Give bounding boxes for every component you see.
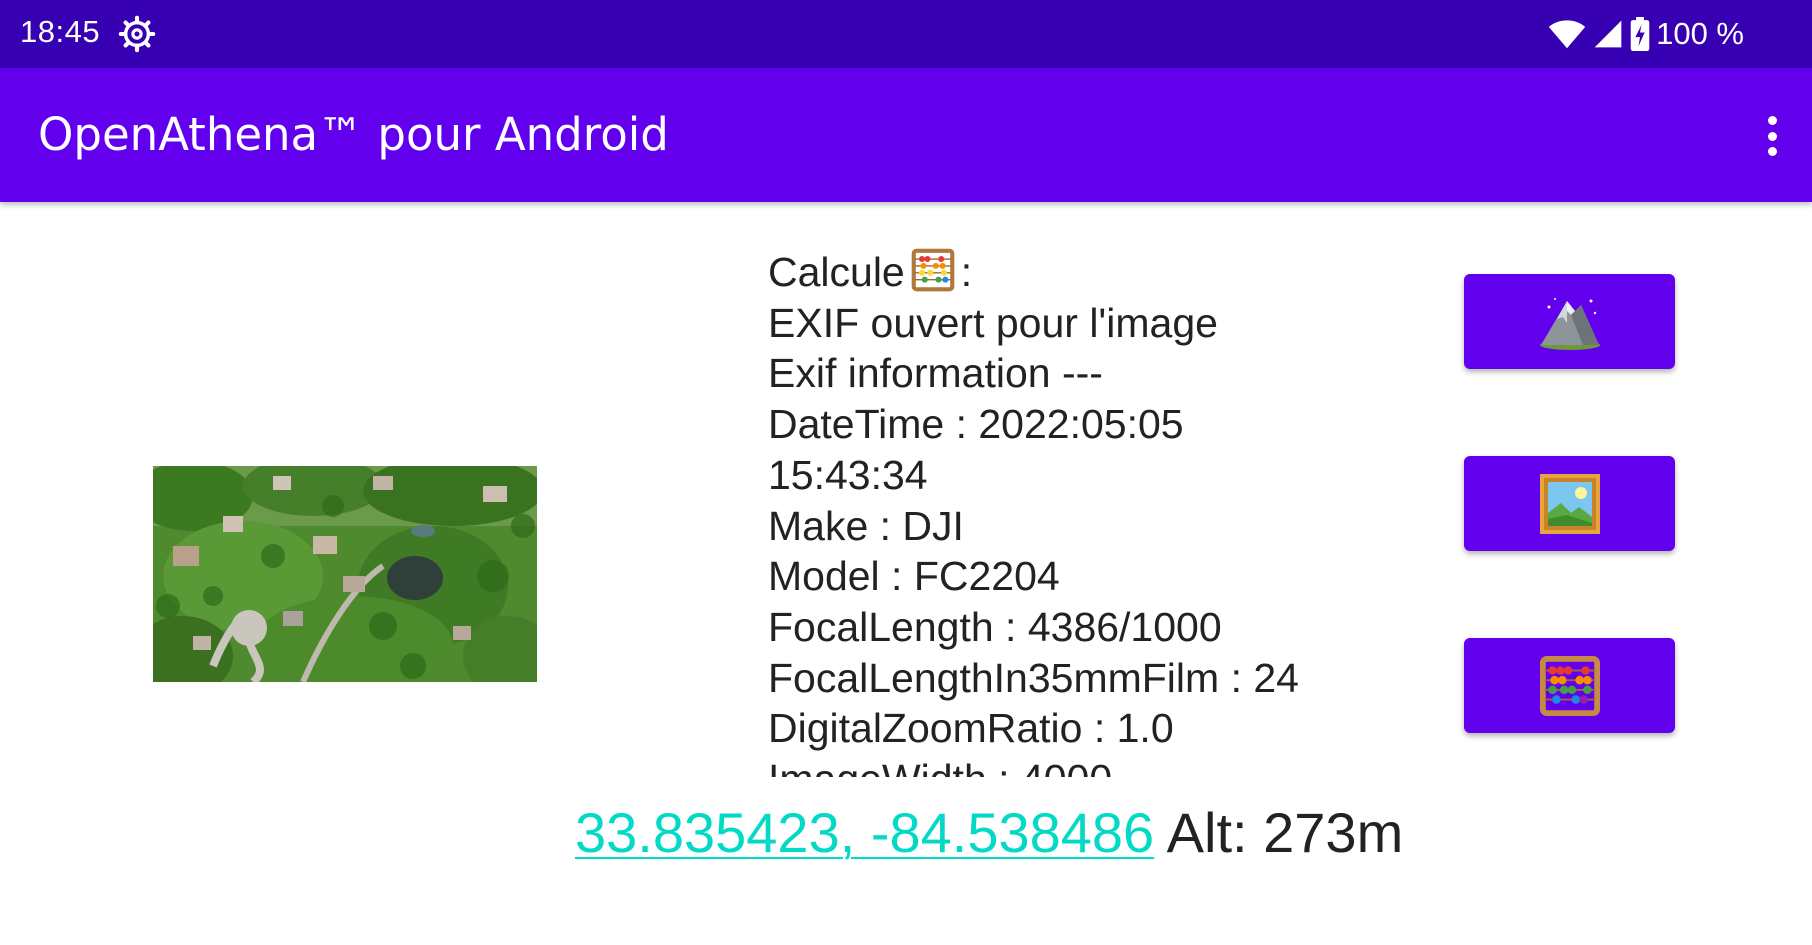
exif-heading-label: Calcule: [768, 249, 905, 295]
result-line: 33.835423, -84.538486 Alt: 273m: [575, 800, 1403, 865]
settings-gear-icon: [118, 15, 156, 53]
battery-percent: 100 %: [1656, 16, 1744, 51]
app-title: OpenAthena™ pour Android: [38, 108, 669, 161]
coordinates-link[interactable]: 33.835423, -84.538486: [575, 801, 1154, 864]
select-dem-button[interactable]: [1464, 274, 1675, 369]
exif-info-panel: Calcule : EXIF ouvert pour l'image Exif …: [768, 247, 1388, 777]
select-image-button[interactable]: [1464, 456, 1675, 551]
exif-line: Make : DJI: [768, 502, 964, 549]
exif-line: Exif information ---: [768, 350, 1103, 397]
altitude-text: Alt: 273m: [1166, 801, 1404, 864]
exif-heading: Calcule :: [768, 247, 1388, 298]
aerial-image-thumbnail: [153, 466, 537, 682]
exif-heading-suffix: :: [960, 249, 973, 295]
battery-charging-icon: [1630, 17, 1650, 51]
exif-line: DigitalZoomRatio : 1.0: [768, 705, 1174, 752]
app-bar: OpenAthena™ pour Android: [0, 68, 1812, 202]
exif-line: 15:43:34: [768, 451, 928, 498]
exif-line: EXIF ouvert pour l'image: [768, 299, 1218, 346]
mountain-icon: [1539, 297, 1600, 350]
calculate-button[interactable]: [1464, 638, 1675, 733]
exif-line: ImageWidth : 4000: [768, 754, 1388, 777]
framed-picture-icon: [1539, 473, 1600, 534]
abacus-icon: [911, 248, 955, 292]
wifi-icon: [1548, 20, 1586, 49]
abacus-icon: [1539, 655, 1600, 716]
status-bar: 18:45 100 %: [0, 0, 1812, 68]
exif-line: Model : FC2204: [768, 553, 1060, 600]
exif-line: FocalLengthIn35mmFilm : 24: [768, 654, 1299, 701]
exif-line: DateTime : 2022:05:05: [768, 401, 1184, 448]
cellular-signal-icon: [1594, 20, 1622, 48]
status-indicators: 100 %: [1548, 12, 1744, 56]
exif-line: FocalLength : 4386/1000: [768, 603, 1222, 650]
status-time: 18:45: [20, 14, 101, 49]
overflow-menu-icon[interactable]: [1752, 110, 1792, 162]
